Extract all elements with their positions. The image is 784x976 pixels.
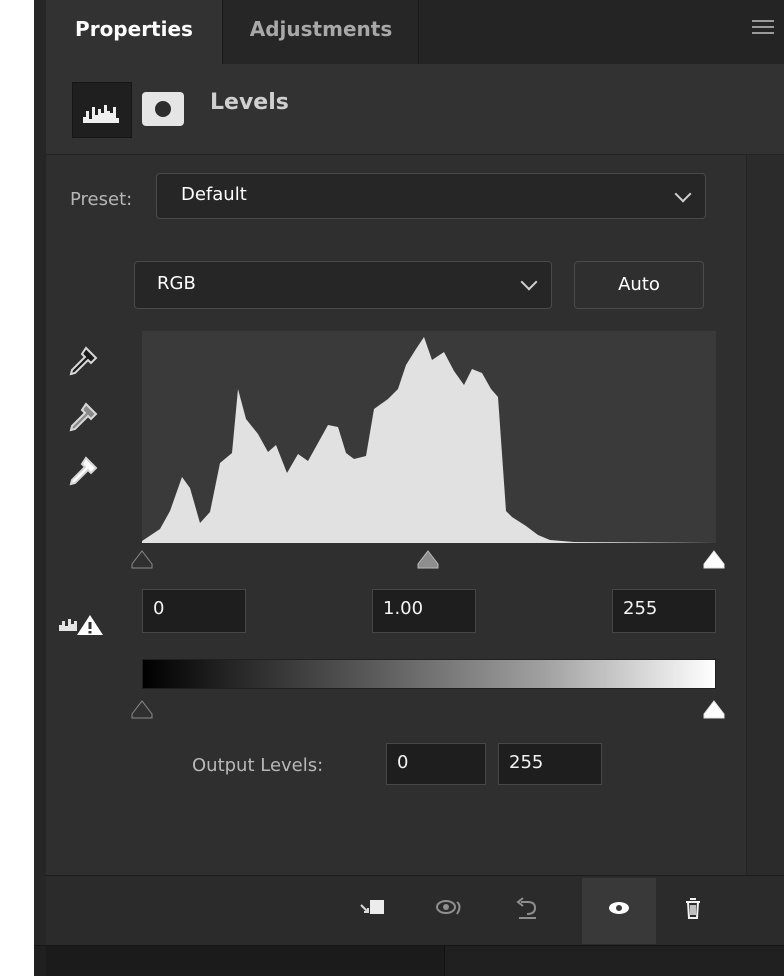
output-levels-label: Output Levels: <box>192 755 324 776</box>
output-white-handle[interactable] <box>702 699 726 719</box>
input-black-handle[interactable] <box>130 549 154 569</box>
right-scroll-area <box>746 155 784 875</box>
adjustment-title: Levels <box>210 90 289 115</box>
channel-dropdown[interactable]: RGB <box>134 261 552 309</box>
levels-content: Preset: Default RGB Auto 0 1.00 255 Outp… <box>46 155 746 875</box>
histogram-chart <box>142 331 716 543</box>
chevron-down-icon <box>520 273 538 291</box>
input-gamma-field[interactable]: 1.00 <box>372 589 476 633</box>
output-black-handle[interactable] <box>130 699 154 719</box>
preset-value: Default <box>181 184 247 205</box>
view-previous-state-icon[interactable] <box>434 894 464 924</box>
clipping-warning-icon[interactable] <box>58 613 106 637</box>
gray-point-eyedropper-icon[interactable] <box>66 401 100 435</box>
output-gradient-bar <box>142 659 716 689</box>
panel-menu-icon[interactable] <box>752 20 774 40</box>
preset-dropdown[interactable]: Default <box>156 173 706 219</box>
output-white-field[interactable]: 255 <box>498 743 602 785</box>
black-point-eyedropper-icon[interactable] <box>66 345 100 379</box>
bottom-dock-strip <box>34 945 784 976</box>
auto-button[interactable]: Auto <box>574 261 704 309</box>
input-white-field[interactable]: 255 <box>612 589 716 633</box>
white-point-eyedropper-icon[interactable] <box>66 455 100 489</box>
bottom-panel-tab[interactable] <box>46 946 165 976</box>
properties-header: Levels <box>46 64 784 155</box>
input-white-handle[interactable] <box>702 549 726 569</box>
panel-footer <box>46 875 784 946</box>
bottom-panel-tab[interactable] <box>324 946 445 976</box>
mask-icon[interactable] <box>142 92 184 126</box>
window-frame: Properties Adjustments Levels Preset: De… <box>0 0 784 976</box>
visibility-icon[interactable] <box>604 894 634 924</box>
delete-icon[interactable] <box>678 894 708 924</box>
preset-label: Preset: <box>70 189 133 210</box>
channel-value: RGB <box>157 273 196 294</box>
bottom-panel-tab[interactable] <box>164 946 325 976</box>
output-black-field[interactable]: 0 <box>386 743 486 785</box>
histogram-icon[interactable] <box>72 82 132 138</box>
chevron-down-icon <box>674 185 692 203</box>
reset-icon[interactable] <box>512 894 542 924</box>
tab-adjustments[interactable]: Adjustments <box>224 0 419 64</box>
input-black-field[interactable]: 0 <box>142 589 246 633</box>
tab-properties[interactable]: Properties <box>46 0 223 64</box>
clip-to-layer-icon[interactable] <box>357 894 387 924</box>
panel-tab-bar: Properties Adjustments <box>46 0 784 65</box>
input-gamma-handle[interactable] <box>416 549 440 569</box>
